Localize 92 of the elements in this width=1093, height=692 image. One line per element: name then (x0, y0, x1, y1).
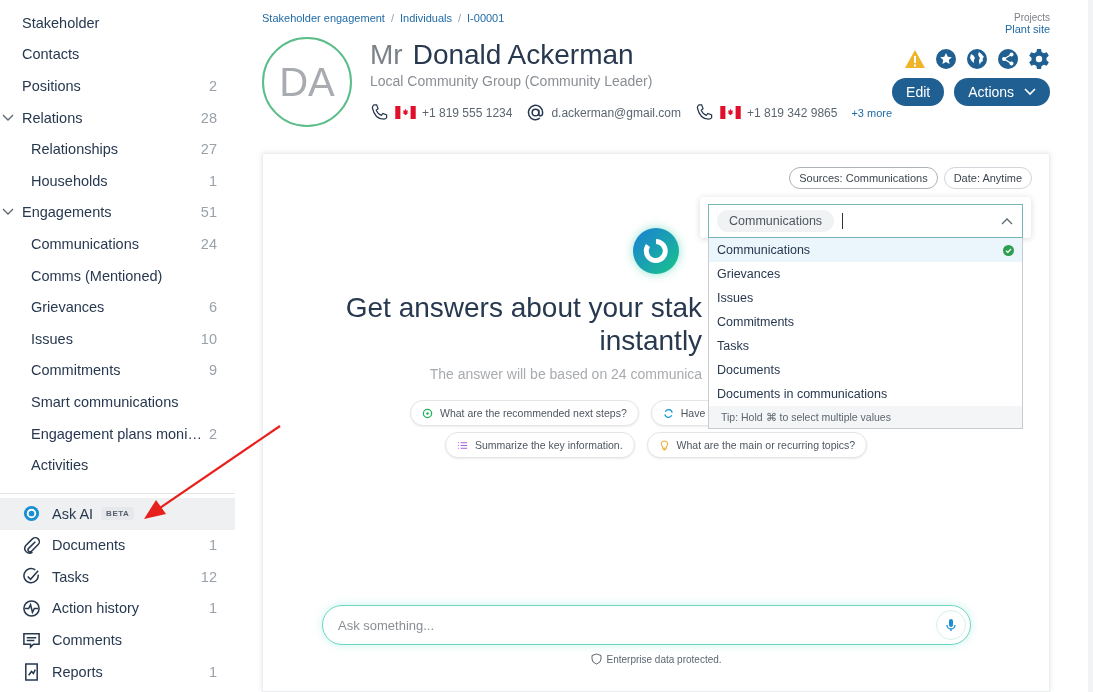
at-sign-icon (526, 103, 546, 122)
filter-chip[interactable]: Sources: Communications (789, 167, 938, 189)
breadcrumb-link[interactable]: Individuals (400, 12, 452, 24)
ai-logo-icon (632, 227, 681, 275)
item-count: 1 (208, 663, 217, 680)
item-count: 1 (208, 600, 217, 617)
item-count: 1 (208, 537, 217, 554)
item-label: Comments (52, 632, 123, 649)
phone-number: +1 819 555 1234 (422, 105, 513, 120)
projects-label: Projects (1014, 12, 1051, 23)
tip-text: Tip: Hold ⌘ to select multiple values (709, 406, 1022, 428)
item-label: Documents (52, 537, 126, 554)
filter-chip[interactable]: Date: Anytime (943, 167, 1033, 189)
sidebar-item[interactable]: Documents 1 (0, 529, 235, 562)
organization: Local Community Group (Community Leader) (370, 73, 654, 89)
sidebar-item[interactable]: Grievances 6 (0, 291, 235, 323)
breadcrumb-link[interactable]: Stakeholder engagement (262, 12, 385, 24)
check-icon (1003, 244, 1014, 256)
selected-tag[interactable]: Communications (717, 210, 835, 232)
sidebar-group[interactable]: Engagements 51 (0, 196, 235, 229)
chevron-down-icon[interactable] (2, 208, 14, 217)
canada-flag-icon (720, 106, 741, 119)
dropdown-option[interactable]: Communications (709, 238, 1022, 262)
pulse-icon (22, 599, 41, 618)
breadcrumb-link[interactable]: I-00001 (467, 12, 505, 24)
shield-icon (590, 653, 602, 665)
avatar: DA (262, 37, 352, 127)
share-icon[interactable] (997, 48, 1020, 70)
canada-flag-icon (395, 106, 416, 119)
sidebar-item[interactable]: Action history 1 (0, 592, 235, 625)
item-label: Tasks (52, 568, 90, 585)
subtitle: The answer will be based on 24 communica (429, 366, 703, 382)
sidebar-item[interactable]: Communications 24 (0, 228, 235, 260)
sidebar-item[interactable]: Comments (0, 624, 235, 656)
security-note: Enterprise data protected. (606, 653, 722, 665)
sidebar-item[interactable]: Smart communications (0, 386, 235, 418)
sidebar-item[interactable]: Reports 1 (0, 655, 235, 688)
sidebar-item[interactable]: Engagement plans moni… 2 (0, 417, 235, 450)
paperclip-icon (22, 535, 41, 555)
sidebar-item[interactable]: Tasks 12 (0, 561, 235, 593)
sidebar-item[interactable]: Commitments 9 (0, 354, 235, 387)
heading: Get answers about your stak instantly (345, 291, 703, 357)
phone-icon (695, 103, 714, 122)
chevron-down-icon (1024, 88, 1037, 96)
sidebar-item[interactable]: Issues 10 (0, 322, 235, 355)
dropdown-option[interactable]: Documents in communications (709, 382, 1022, 406)
actions-button[interactable]: Actions (954, 78, 1051, 106)
sidebar-item[interactable]: Relationships 27 (0, 133, 235, 165)
salutation: Mr (370, 39, 403, 71)
refresh-icon (662, 407, 674, 419)
item-label: Ask AI (52, 505, 94, 522)
item-label: Action history (52, 600, 140, 617)
sidebar-item[interactable]: Positions 2 (0, 70, 235, 102)
dropdown-option[interactable]: Documents (709, 358, 1022, 382)
edit-button[interactable]: Edit (892, 78, 945, 106)
dropdown-option[interactable]: Commitments (709, 310, 1022, 334)
suggestion-chip[interactable]: What are the recommended next steps? (410, 400, 639, 426)
sidebar-item[interactable]: Stakeholder (0, 7, 235, 39)
item-count: 12 (200, 568, 217, 585)
target-icon (422, 407, 433, 419)
beta-badge: BETA (101, 507, 135, 521)
report-icon (22, 662, 41, 682)
sidebar-item[interactable]: Activities (0, 449, 235, 481)
dropdown-option[interactable]: Grievances (709, 262, 1022, 286)
sidebar-item[interactable]: Comms (Mentioned) (0, 259, 235, 292)
more-link[interactable]: +3 more (851, 106, 893, 119)
sidebar-item[interactable]: Ask AI BETA (0, 497, 235, 530)
item-label: Reports (52, 663, 103, 680)
stakeholder-name: Donald Ackerman (412, 39, 634, 71)
breadcrumb-separator: / (458, 12, 462, 24)
suggestion-chip[interactable]: Summarize the key information. (444, 432, 635, 458)
chevron-down-icon[interactable] (2, 113, 14, 122)
project-link[interactable]: Plant site (1004, 23, 1051, 35)
comment-icon (22, 630, 41, 650)
microphone-button[interactable] (936, 610, 967, 640)
ask-field[interactable]: Ask something... (322, 605, 972, 645)
email-address: d.ackerman@gmail.com (551, 105, 681, 120)
breadcrumb-separator: / (390, 12, 394, 24)
phone-number: +1 819 342 9865 (747, 105, 838, 120)
settings-icon[interactable] (1028, 48, 1051, 70)
phone-icon (370, 103, 389, 122)
chevron-up-icon[interactable] (1001, 217, 1013, 225)
lightbulb-icon (658, 439, 670, 451)
dropdown-option[interactable]: Tasks (709, 334, 1022, 358)
sidebar-group[interactable]: Relations 28 (0, 101, 235, 134)
ai-logo-icon (22, 504, 41, 524)
suggestion-chip[interactable]: What are the main or recurring topics? (646, 432, 868, 458)
list-icon (456, 439, 468, 451)
sidebar-item[interactable]: Contacts (0, 38, 235, 71)
dropdown-option[interactable]: Issues (709, 286, 1022, 310)
sidebar-item[interactable]: Households 1 (0, 164, 235, 197)
microphone-icon (945, 618, 958, 632)
